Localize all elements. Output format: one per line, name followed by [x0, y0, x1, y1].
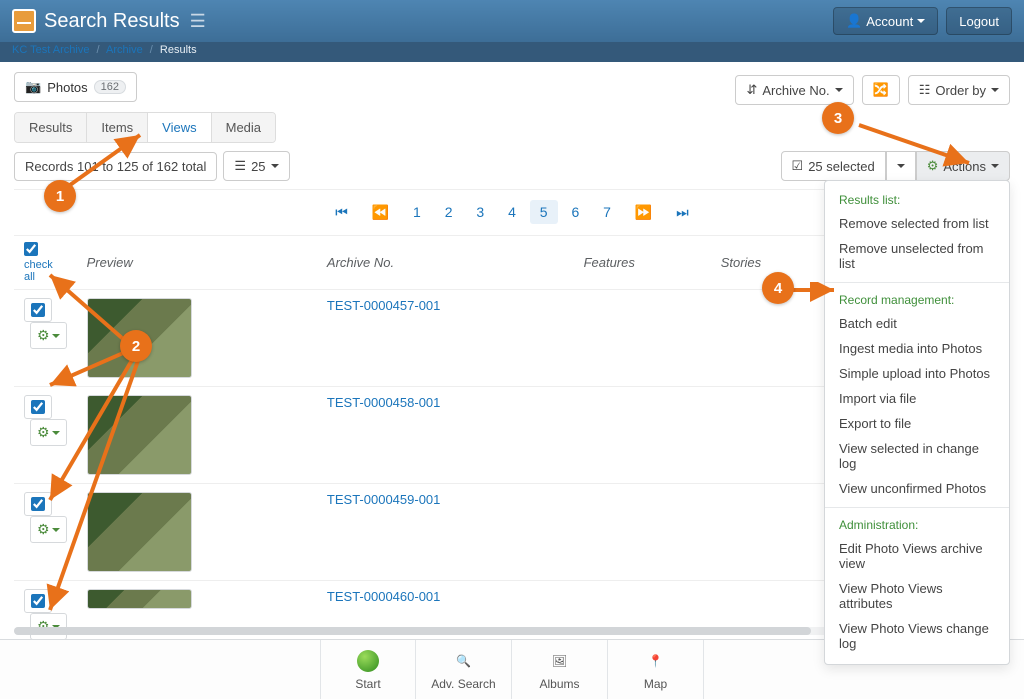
order-by-label: Order by	[935, 83, 986, 98]
action-batch-edit[interactable]: Batch edit	[825, 311, 1009, 336]
app-logo-icon	[12, 9, 36, 33]
shuffle-button[interactable]: 🔀	[862, 75, 900, 105]
action-simple-upload[interactable]: Simple upload into Photos	[825, 361, 1009, 386]
bottombar-start[interactable]: Start	[320, 640, 416, 699]
logout-button[interactable]: Logout	[946, 7, 1012, 35]
archive-no-link[interactable]: TEST-0000458-001	[327, 395, 440, 410]
album-icon: 🖼	[547, 648, 573, 674]
crumb-item-current: Results	[160, 44, 197, 56]
dropdown-divider	[825, 507, 1009, 508]
bottombar-map[interactable]: 📍 Map	[608, 640, 704, 699]
bottombar-label: Map	[644, 677, 667, 691]
bottombar-label: Adv. Search	[431, 677, 495, 691]
action-ingest-media[interactable]: Ingest media into Photos	[825, 336, 1009, 361]
check-all-checkbox[interactable]	[24, 242, 38, 256]
bottombar-adv-search[interactable]: 🔍 Adv. Search	[416, 640, 512, 699]
order-by-button[interactable]: ☷ Order by	[908, 75, 1010, 105]
action-import-file[interactable]: Import via file	[825, 386, 1009, 411]
page-number[interactable]: 4	[498, 200, 526, 224]
action-edit-archive-view[interactable]: Edit Photo Views archive view	[825, 536, 1009, 576]
crumb-item[interactable]: KC Test Archive	[12, 44, 89, 56]
archive-no-link[interactable]: TEST-0000457-001	[327, 298, 440, 313]
page-number[interactable]: 3	[466, 200, 494, 224]
actions-dropdown: Results list: Remove selected from list …	[824, 180, 1010, 665]
shuffle-icon: 🔀	[873, 82, 889, 98]
entity-tab-photos[interactable]: 📷 Photos 162	[14, 72, 137, 102]
breadcrumb: KC Test Archive / Archive / Results	[0, 42, 1024, 62]
dropdown-group-label: Record management:	[825, 289, 1009, 311]
page-number[interactable]: 7	[593, 200, 621, 224]
per-page-button[interactable]: ☰ 25	[223, 151, 289, 181]
list-icon: ☰	[234, 158, 246, 174]
page-title: Search Results	[44, 10, 180, 33]
action-view-unconfirmed[interactable]: View unconfirmed Photos	[825, 476, 1009, 501]
user-icon: 👤	[846, 13, 862, 29]
per-page-value: 25	[251, 159, 265, 174]
page-number[interactable]: 2	[435, 200, 463, 224]
sort-archive-no-button[interactable]: ⇵ Archive No.	[735, 75, 853, 105]
action-export-file[interactable]: Export to file	[825, 411, 1009, 436]
archive-no-link[interactable]: TEST-0000459-001	[327, 492, 440, 507]
archive-no-link[interactable]: TEST-0000460-001	[327, 589, 440, 604]
entity-tab-label: Photos	[47, 80, 87, 95]
action-remove-unselected[interactable]: Remove unselected from list	[825, 236, 1009, 276]
entity-tab-count: 162	[94, 80, 126, 94]
tab-media[interactable]: Media	[212, 113, 275, 142]
crumb-item[interactable]: Archive	[106, 44, 143, 56]
bottombar-label: Start	[355, 677, 380, 691]
dropdown-group-label: Administration:	[825, 514, 1009, 536]
list-icon: ☷	[919, 82, 931, 98]
caret-down-icon	[835, 88, 843, 92]
check-icon: ☑	[792, 158, 804, 174]
annotation-3: 3	[822, 102, 854, 134]
bottombar-albums[interactable]: 🖼 Albums	[512, 640, 608, 699]
dropdown-group-label: Results list:	[825, 189, 1009, 211]
page-last-icon[interactable]: ⏭	[666, 200, 699, 225]
annotation-arrow	[854, 115, 984, 175]
action-remove-selected[interactable]: Remove selected from list	[825, 211, 1009, 236]
page-number[interactable]: 6	[561, 200, 589, 224]
top-navbar: Search Results ☰ 👤 Account Logout	[0, 0, 1024, 42]
annotation-1: 1	[44, 180, 76, 212]
page-first-icon[interactable]: ⏮	[325, 200, 358, 225]
page-next-icon[interactable]: ⏩	[625, 200, 662, 225]
caret-down-icon	[917, 19, 925, 23]
annotation-2: 2	[120, 330, 152, 362]
action-view-change-log-views[interactable]: View Photo Views change log	[825, 616, 1009, 656]
bottombar-label: Albums	[539, 677, 579, 691]
page-prev-icon[interactable]: ⏪	[362, 200, 399, 225]
annotation-arrow	[60, 130, 160, 190]
col-features: Features	[574, 236, 711, 290]
magnifier-icon: 🔍	[451, 648, 477, 674]
caret-down-icon	[271, 164, 279, 168]
sort-label: Archive No.	[762, 83, 829, 98]
page-number-current[interactable]: 5	[530, 200, 558, 224]
col-archive-no: Archive No.	[317, 236, 574, 290]
account-label: Account	[866, 14, 913, 29]
logout-label: Logout	[959, 14, 999, 29]
caret-down-icon	[991, 88, 999, 92]
page-number[interactable]: 1	[403, 200, 431, 224]
caret-down-icon	[991, 164, 999, 168]
menu-icon[interactable]: ☰	[190, 11, 206, 32]
annotation-arrow	[40, 350, 160, 620]
action-view-change-log[interactable]: View selected in change log	[825, 436, 1009, 476]
account-button[interactable]: 👤 Account	[833, 7, 938, 35]
pin-icon: 📍	[643, 648, 669, 674]
photo-icon: 📷	[25, 79, 41, 95]
annotation-4: 4	[762, 272, 794, 304]
action-view-attributes[interactable]: View Photo Views attributes	[825, 576, 1009, 616]
dropdown-divider	[825, 282, 1009, 283]
globe-icon	[355, 648, 381, 674]
sort-icon: ⇵	[746, 82, 757, 98]
